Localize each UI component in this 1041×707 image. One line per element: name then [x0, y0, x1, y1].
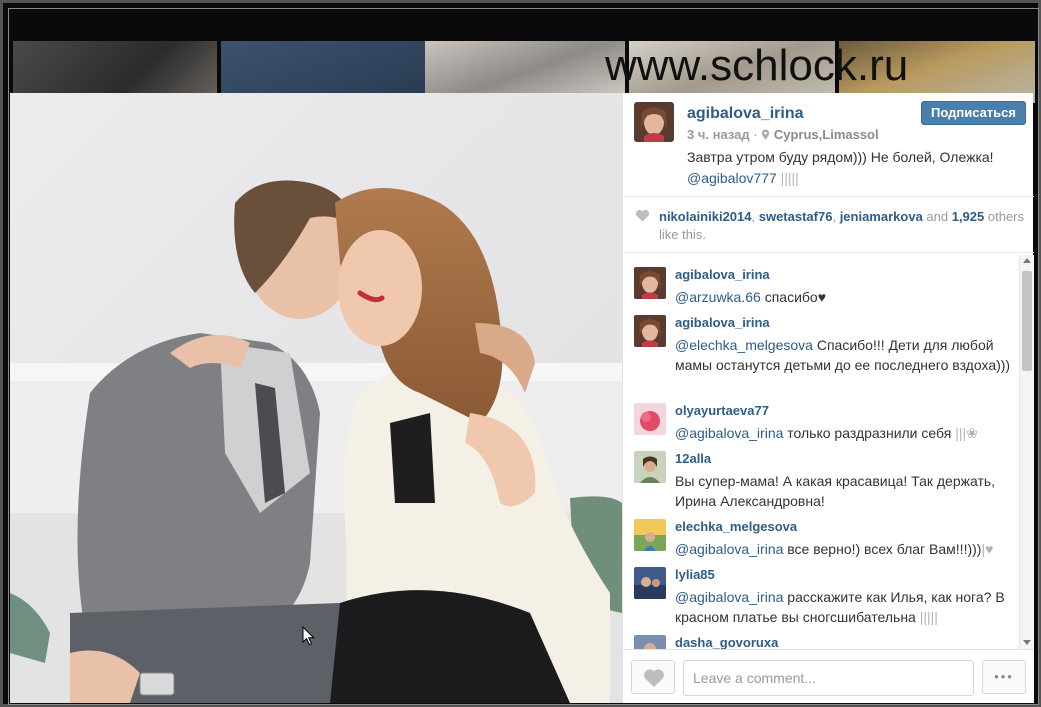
- comment-text: @elechka_melgesova Спасибо!!! Дети для л…: [675, 335, 1015, 375]
- commenter-avatar[interactable]: [634, 635, 666, 649]
- post-header: agibalova_irina 3 ч. назад · Cyprus,Lima…: [623, 93, 1034, 197]
- commenter-username[interactable]: agibalova_irina: [675, 315, 770, 330]
- post-meta: 3 ч. назад · Cyprus,Limassol: [687, 127, 879, 142]
- heart-icon: [635, 209, 650, 222]
- scrollbar-thumb[interactable]: [1022, 271, 1032, 371]
- commenter-avatar[interactable]: [634, 315, 666, 347]
- comment-body: все верно!) всех благ Вам!!!))): [783, 541, 982, 557]
- liker-2[interactable]: swetastaf76: [759, 209, 833, 224]
- commenter-username[interactable]: lylia85: [675, 567, 715, 582]
- liker-1[interactable]: nikolainiki2014: [659, 209, 752, 224]
- comment-mention[interactable]: @agibalova_irina: [675, 589, 783, 605]
- commenter-username[interactable]: agibalova_irina: [675, 267, 770, 282]
- comment-text: Вы супер-мама! А какая красавица! Так де…: [675, 471, 1015, 511]
- commenter-avatar[interactable]: [634, 451, 666, 483]
- commenter-avatar[interactable]: [634, 267, 666, 299]
- post-modal: agibalova_irina 3 ч. назад · Cyprus,Lima…: [10, 93, 1034, 703]
- commenter-username[interactable]: elechka_melgesova: [675, 519, 797, 534]
- likes-and: and: [922, 209, 952, 224]
- comment-text: @agibalova_irina только раздразнили себя…: [675, 423, 1015, 443]
- post-image: [10, 93, 622, 703]
- comment-text: @agibalova_irina расскажите как Илья, ка…: [675, 587, 1015, 627]
- commenter-username[interactable]: olyayurtaeva77: [675, 403, 769, 418]
- commenter-avatar[interactable]: [634, 519, 666, 551]
- commenter-username[interactable]: dasha_govoruxa: [675, 635, 778, 649]
- post-sidebar: agibalova_irina 3 ч. назад · Cyprus,Lima…: [622, 93, 1034, 703]
- post-photo[interactable]: [10, 93, 622, 703]
- comment-mention[interactable]: @agibalova_irina: [675, 425, 783, 441]
- likes-text: nikolainiki2014, swetastaf76, jeniamarko…: [659, 208, 1029, 244]
- caption-text: Завтра утром буду рядом))) Не болей, Оле…: [687, 149, 994, 165]
- commenter-avatar[interactable]: [634, 567, 666, 599]
- comments-scrollbar[interactable]: [1019, 255, 1034, 649]
- follow-button[interactable]: Подписаться: [921, 101, 1026, 125]
- comment-body: спасибо♥: [760, 289, 827, 305]
- caption-mention[interactable]: @agibalov777: [687, 170, 777, 186]
- comment-mention[interactable]: @agibalova_irina: [675, 541, 783, 557]
- comment-tail: |||❀: [955, 425, 978, 441]
- meta-separator: ·: [753, 127, 758, 142]
- likes-count[interactable]: 1,925: [952, 209, 985, 224]
- author-avatar[interactable]: [634, 102, 674, 142]
- liker-3[interactable]: jeniamarkova: [840, 209, 923, 224]
- like-button[interactable]: [631, 660, 675, 694]
- comment-body: Вы супер-мама! А какая красавица! Так де…: [675, 473, 996, 509]
- post-location[interactable]: Cyprus,Limassol: [774, 127, 879, 142]
- caption-tail: |||||: [780, 170, 799, 186]
- scroll-down-arrow[interactable]: [1023, 640, 1031, 645]
- comment-mention[interactable]: @elechka_melgesova: [675, 337, 813, 353]
- comments-list[interactable]: agibalova_irina @arzuwka.66 спасибо♥ agi…: [623, 255, 1019, 649]
- comment-body: только раздразнили себя: [783, 425, 956, 441]
- mouse-cursor-icon: [302, 626, 315, 646]
- post-caption: Завтра утром буду рядом))) Не болей, Оле…: [687, 147, 1017, 189]
- likes-summary: nikolainiki2014, swetastaf76, jeniamarko…: [623, 197, 1034, 253]
- comment-text: @arzuwka.66 спасибо♥: [675, 287, 1015, 307]
- comment-tail: |||||: [919, 609, 938, 625]
- comment-tail: |♥: [981, 541, 994, 557]
- scroll-up-arrow[interactable]: [1023, 258, 1031, 263]
- comment-input[interactable]: [683, 660, 974, 696]
- comment-mention[interactable]: @arzuwka.66: [675, 289, 761, 305]
- commenter-avatar[interactable]: [634, 403, 666, 435]
- likes-separator: ,: [832, 209, 840, 224]
- more-icon[interactable]: •••: [982, 660, 1026, 694]
- commenter-username[interactable]: 12alla: [675, 451, 711, 466]
- comment-text: @agibalova_irina все верно!) всех благ В…: [675, 539, 1015, 559]
- author-username[interactable]: agibalova_irina: [687, 105, 804, 123]
- likes-separator: ,: [751, 209, 759, 224]
- comment-footer: •••: [623, 649, 1034, 703]
- post-time: 3 ч. назад: [687, 127, 750, 142]
- location-pin-icon: [762, 129, 770, 140]
- heart-icon: [644, 669, 664, 687]
- watermark-text: www.schlock.ru: [605, 41, 909, 90]
